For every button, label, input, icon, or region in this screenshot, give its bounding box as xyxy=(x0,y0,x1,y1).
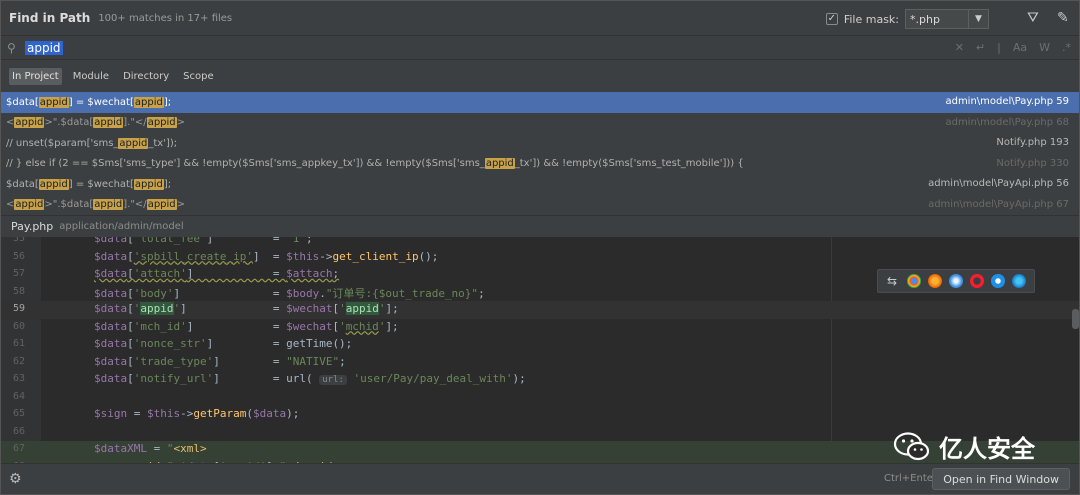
gear-icon[interactable]: ⚙ xyxy=(9,471,22,487)
chevron-down-icon[interactable]: ▼ xyxy=(968,10,988,28)
code-line: 65 $sign = $this->getParam($data); xyxy=(12,407,300,420)
result-file: Notify.php 193 xyxy=(996,137,1069,148)
opera-icon[interactable] xyxy=(970,274,984,288)
file-mask-group: ✓ File mask: *.php ▼ xyxy=(825,9,989,29)
parameter-hint: url: xyxy=(319,375,347,385)
soft-wrap-icon[interactable]: ⇆ xyxy=(884,274,900,288)
code-line: 60 $data['mch_id'] = $wechat['mchid']; xyxy=(12,319,399,333)
result-row[interactable]: $data[appid] = $wechat[appid]; admin\mod… xyxy=(1,92,1079,113)
search-row: ⚲ appid ✕ ↵ | Aa W .* xyxy=(1,35,1079,60)
result-file: admin\model\Pay.php 68 xyxy=(945,116,1069,128)
match-case-icon[interactable]: Aa xyxy=(1013,41,1027,54)
safari-icon[interactable] xyxy=(949,274,963,288)
preview-header: Pay.php application/admin/model xyxy=(1,215,1079,237)
preview-file-name: Pay.php xyxy=(11,220,54,233)
code-line: 63 $data['notify_url'] = url( url: 'user… xyxy=(12,372,526,385)
wechat-logo-icon xyxy=(893,431,930,460)
search-options: ✕ ↵ | Aa W .* xyxy=(955,41,1071,54)
code-line: 62 $data['trade_type'] = "NATIVE"; xyxy=(12,354,346,368)
edge-icon[interactable] xyxy=(1012,274,1026,288)
match-count: 100+ matches in 17+ files xyxy=(98,12,233,24)
results-list: $data[appid] = $wechat[appid]; admin\mod… xyxy=(1,92,1079,215)
watermark: 亿人安全 xyxy=(893,429,1035,464)
result-row[interactable]: $data[appid] = $wechat[appid]; admin\mod… xyxy=(1,174,1079,195)
internet-explorer-icon[interactable] xyxy=(991,274,1005,288)
clear-icon[interactable]: ✕ xyxy=(955,41,964,54)
code-line-current: 59 $data['appid'] = $wechat['appid']; xyxy=(1,301,1079,319)
search-icon[interactable]: ⚲ xyxy=(7,41,25,55)
file-mask-dropdown[interactable]: *.php ▼ xyxy=(905,9,989,29)
preview-file-path: application/admin/model xyxy=(59,221,184,232)
result-row[interactable]: <appid>".$data[appid]."</appid> admin\mo… xyxy=(1,113,1079,134)
dialog-title: Find in Path xyxy=(9,11,91,25)
editor-scrollbar[interactable] xyxy=(1072,309,1079,329)
separator-icon: | xyxy=(997,41,1001,54)
tab-in-project[interactable]: In Project xyxy=(9,67,62,85)
tab-directory[interactable]: Directory xyxy=(120,68,172,85)
pin-icon[interactable]: ✎ xyxy=(1057,10,1069,26)
dialog-footer: ⚙ Ctrl+Enter Open in Find Window xyxy=(1,463,1079,494)
newline-icon[interactable]: ↵ xyxy=(976,41,985,54)
file-mask-checkbox[interactable]: ✓ xyxy=(825,13,838,25)
open-in-find-window-button[interactable]: Open in Find Window xyxy=(932,468,1070,490)
file-mask-label: File mask: xyxy=(843,12,899,26)
whole-words-icon[interactable]: W xyxy=(1039,41,1050,54)
code-line: 61 $data['nonce_str'] = getTime(); xyxy=(12,337,353,350)
open-in-browser-toolbar: ⇆ xyxy=(877,269,1035,293)
watermark-text: 亿人安全 xyxy=(939,435,1035,463)
code-line: 55 $data['total_fee'] = '1'; xyxy=(12,237,313,245)
file-mask-value: *.php xyxy=(910,12,940,26)
result-row[interactable]: <appid>".$data[appid]."</appid> admin\mo… xyxy=(1,195,1079,216)
tab-module[interactable]: Module xyxy=(70,68,112,85)
result-row[interactable]: // unset($param['sms_appid_tx']); Notify… xyxy=(1,133,1079,154)
result-row[interactable]: // } else if (2 == $Sms['sms_type'] && !… xyxy=(1,154,1079,175)
find-in-path-dialog: Find in Path 100+ matches in 17+ files ✓… xyxy=(0,0,1080,495)
filter-icon[interactable]: ⛛ xyxy=(1027,10,1039,26)
chrome-icon[interactable] xyxy=(907,274,921,288)
code-line: 56 $data['spbill_create_ip'] = $this->ge… xyxy=(12,249,439,263)
result-file: Notify.php 330 xyxy=(996,157,1069,169)
firefox-icon[interactable] xyxy=(928,274,942,288)
search-input[interactable]: appid xyxy=(25,40,63,55)
result-file: admin\model\PayApi.php 67 xyxy=(928,198,1069,210)
code-line: 64 xyxy=(12,390,25,402)
shortcut-hint: Ctrl+Enter xyxy=(883,473,937,484)
result-file: admin\model\Pay.php 59 xyxy=(945,96,1069,107)
regex-icon[interactable]: .* xyxy=(1062,41,1071,54)
tab-scope[interactable]: Scope xyxy=(180,68,216,85)
result-file: admin\model\PayApi.php 56 xyxy=(928,178,1069,189)
scope-tabs: In Project Module Directory Scope xyxy=(1,60,1079,92)
